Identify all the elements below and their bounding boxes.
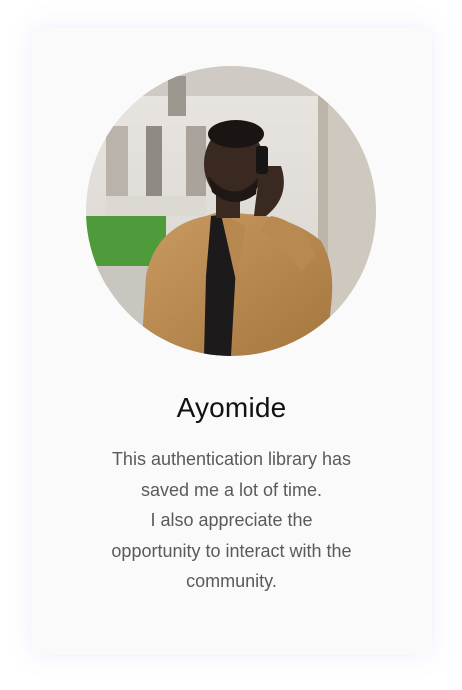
avatar [86,66,376,356]
testimonial-card: Ayomide This authentication library has … [31,27,432,655]
testimonial-quote: This authentication library has saved me… [61,444,402,597]
quote-line: opportunity to interact with the [111,540,352,561]
quote-line: saved me a lot of time. [140,479,323,500]
avatar-photo [86,66,376,356]
quote-line: community. [186,571,277,591]
testimonial-author-name: Ayomide [176,392,287,423]
quote-line: This authentication library has [111,449,352,469]
quote-line: I also appreciate the [150,510,313,530]
